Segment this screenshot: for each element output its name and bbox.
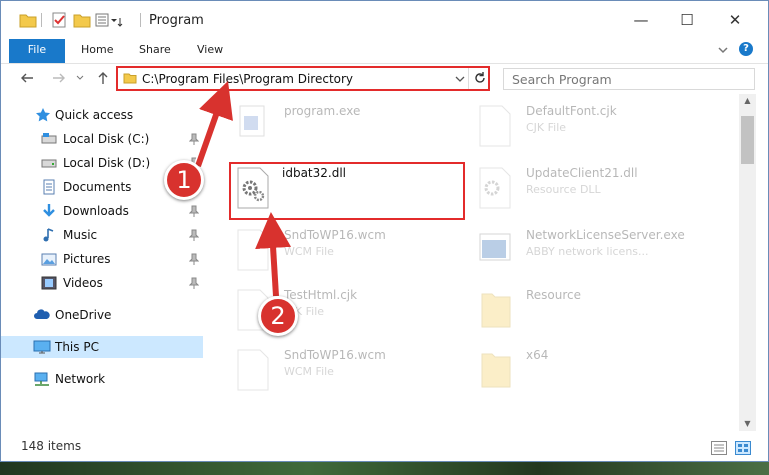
annotation-arrows: [193, 81, 292, 301]
step-2-badge: 2: [258, 296, 298, 336]
arrow-1: [195, 81, 233, 167]
arrow-2: [255, 212, 292, 297]
step-1-badge: 1: [164, 160, 204, 200]
